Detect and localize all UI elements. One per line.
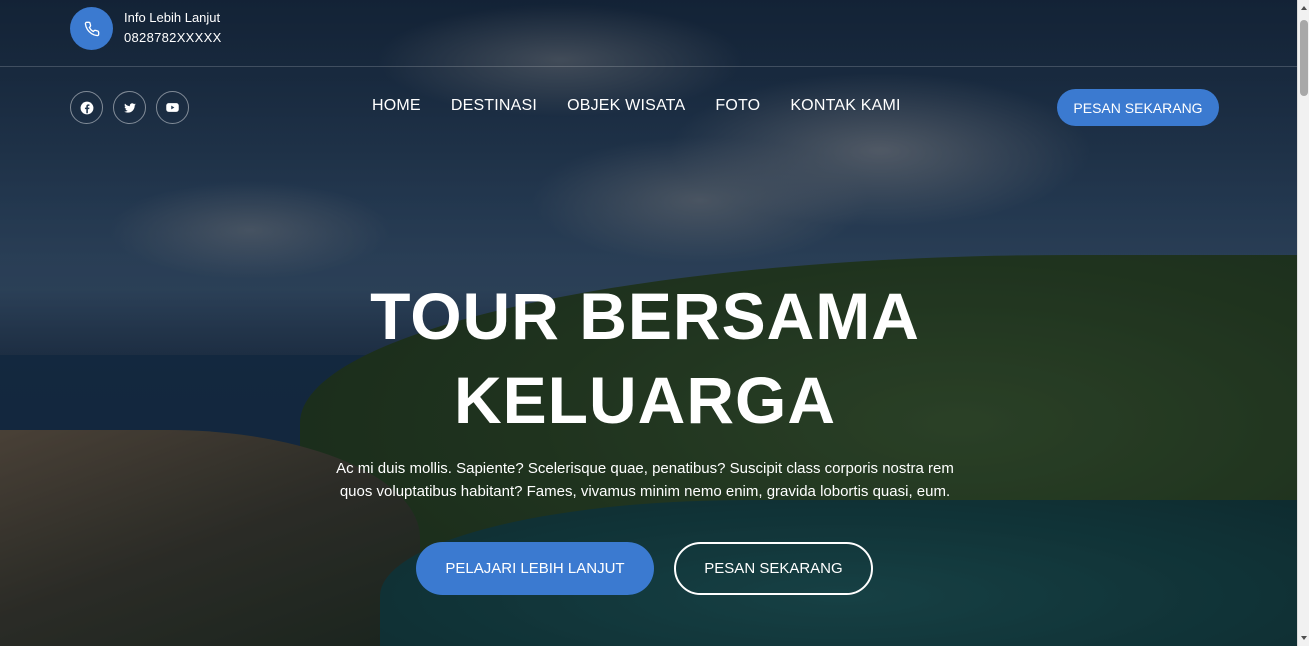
hero-title-line1: TOUR BERSAMA [370,279,920,353]
hero-description-line1: Ac mi duis mollis. Sapiente? Scelerisque… [336,460,954,477]
header-book-now-button[interactable]: PESAN SEKARANG [1057,89,1219,126]
twitter-icon[interactable] [113,91,146,124]
nav-item-home[interactable]: HOME [372,97,421,115]
main-nav: HOME DESTINASI OBJEK WISATA FOTO KONTAK … [372,97,901,115]
hero-description-line2: quos voluptatibus habitant? Fames, vivam… [339,483,951,500]
hero-title-line2: KELUARGA [454,363,836,437]
scroll-thumb[interactable] [1300,20,1308,96]
scroll-up-icon[interactable] [1300,4,1308,12]
top-bar: Info Lebih Lanjut 0828782XXXXX [0,0,1297,67]
hero-description: Ac mi duis mollis. Sapiente? Scelerisque… [280,457,1010,503]
page-scrollbar[interactable] [1297,0,1309,646]
contact-number[interactable]: 0828782XXXXX [124,30,222,45]
facebook-icon[interactable] [70,91,103,124]
contact-title: Info Lebih Lanjut [124,10,221,25]
nav-item-destinasi[interactable]: DESTINASI [451,97,537,115]
book-now-button[interactable]: PESAN SEKARANG [674,542,873,595]
scroll-down-icon[interactable] [1300,634,1308,642]
nav-item-objek-wisata[interactable]: OBJEK WISATA [567,97,685,115]
nav-item-foto[interactable]: FOTO [715,97,760,115]
youtube-icon[interactable] [156,91,189,124]
learn-more-button[interactable]: PELAJARI LEBIH LANJUT [416,542,654,595]
phone-icon [70,7,113,50]
nav-item-kontak-kami[interactable]: KONTAK KAMI [790,97,900,115]
